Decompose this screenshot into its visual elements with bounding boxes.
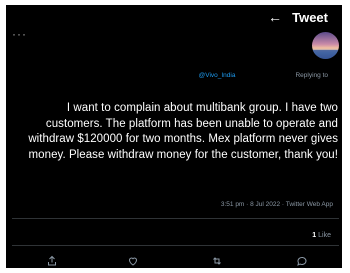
profile-avatar-sunset-icon — [312, 32, 339, 59]
page-title: Tweet — [292, 10, 328, 25]
tweet-source: Twitter Web App — [285, 201, 333, 208]
comment-icon[interactable] — [296, 254, 310, 268]
more-horizontal-icon[interactable]: ··· — [12, 27, 27, 41]
retweet-icon[interactable] — [211, 254, 225, 268]
tweet-screen: ← Tweet ··· @Vivo_India Replying to I wan… — [6, 5, 342, 268]
likes-summary[interactable]: 1 Like — [312, 232, 331, 239]
tweet-timestamp[interactable]: 3:51 pm · 8 Jul 2022 · — [221, 201, 286, 208]
avatar[interactable] — [312, 32, 339, 59]
share-icon[interactable] — [46, 254, 60, 268]
likes-count: 1 — [312, 232, 317, 239]
divider-bottom — [12, 245, 339, 246]
tweet-meta: 3:51 pm · 8 Jul 2022 · Twitter Web App — [221, 201, 333, 208]
replying-to: @Vivo_India Replying to — [199, 72, 328, 79]
replying-to-label: Replying to — [295, 72, 328, 79]
divider-top — [12, 218, 339, 219]
likes-label: Like — [318, 232, 331, 239]
reply-mention-link[interactable]: @Vivo_India — [199, 72, 236, 79]
arrow-left-icon[interactable]: ← — [268, 9, 282, 25]
header-bar: ← Tweet — [6, 5, 342, 29]
tweet-text: I want to complain about multibank group… — [28, 102, 338, 161]
action-bar — [6, 254, 342, 268]
heart-icon[interactable] — [127, 254, 141, 268]
